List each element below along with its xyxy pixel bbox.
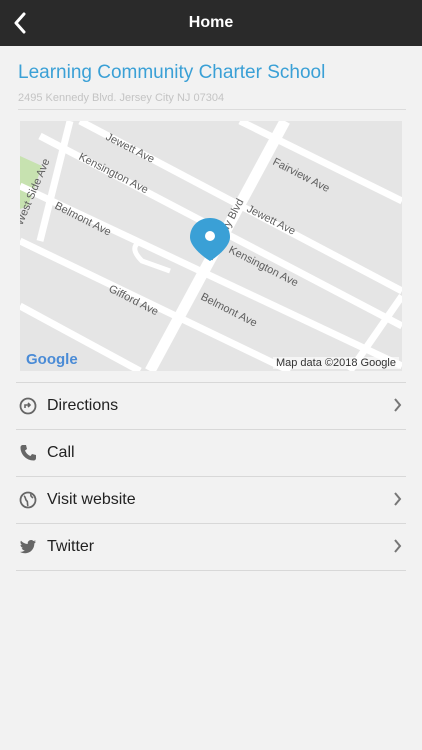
call-label: Call [47,444,75,461]
twitter-icon [18,537,38,557]
directions-label: Directions [47,397,119,414]
call-row[interactable]: Call [16,429,406,476]
action-list: Directions Call Visit website Twitter [16,382,406,571]
directions-row[interactable]: Directions [16,382,406,429]
school-header: Learning Community Charter School 2495 K… [18,60,404,104]
map-attribution: Map data ©2018 Google [272,357,399,369]
page-title: Home [188,14,234,31]
top-nav-bar: Home [0,0,422,46]
school-name: Learning Community Charter School [18,62,326,83]
chevron-right-icon [394,492,402,506]
map-canvas: Jewett Ave Kensington Ave West Side Ave … [20,121,402,371]
visit-website-row[interactable]: Visit website [16,476,406,523]
map-view[interactable]: Jewett Ave Kensington Ave West Side Ave … [20,121,402,371]
phone-icon [18,443,38,463]
twitter-label: Twitter [47,538,95,555]
chevron-right-icon [394,539,402,553]
school-address: 2495 Kennedy Blvd. Jersey City NJ 07304 [18,92,225,104]
google-logo: Google [26,351,78,368]
chevron-right-icon [394,398,402,412]
twitter-row[interactable]: Twitter [16,523,406,571]
globe-icon [18,490,38,510]
directions-icon [18,396,38,416]
header-divider [18,109,406,110]
visit-website-label: Visit website [47,491,136,508]
